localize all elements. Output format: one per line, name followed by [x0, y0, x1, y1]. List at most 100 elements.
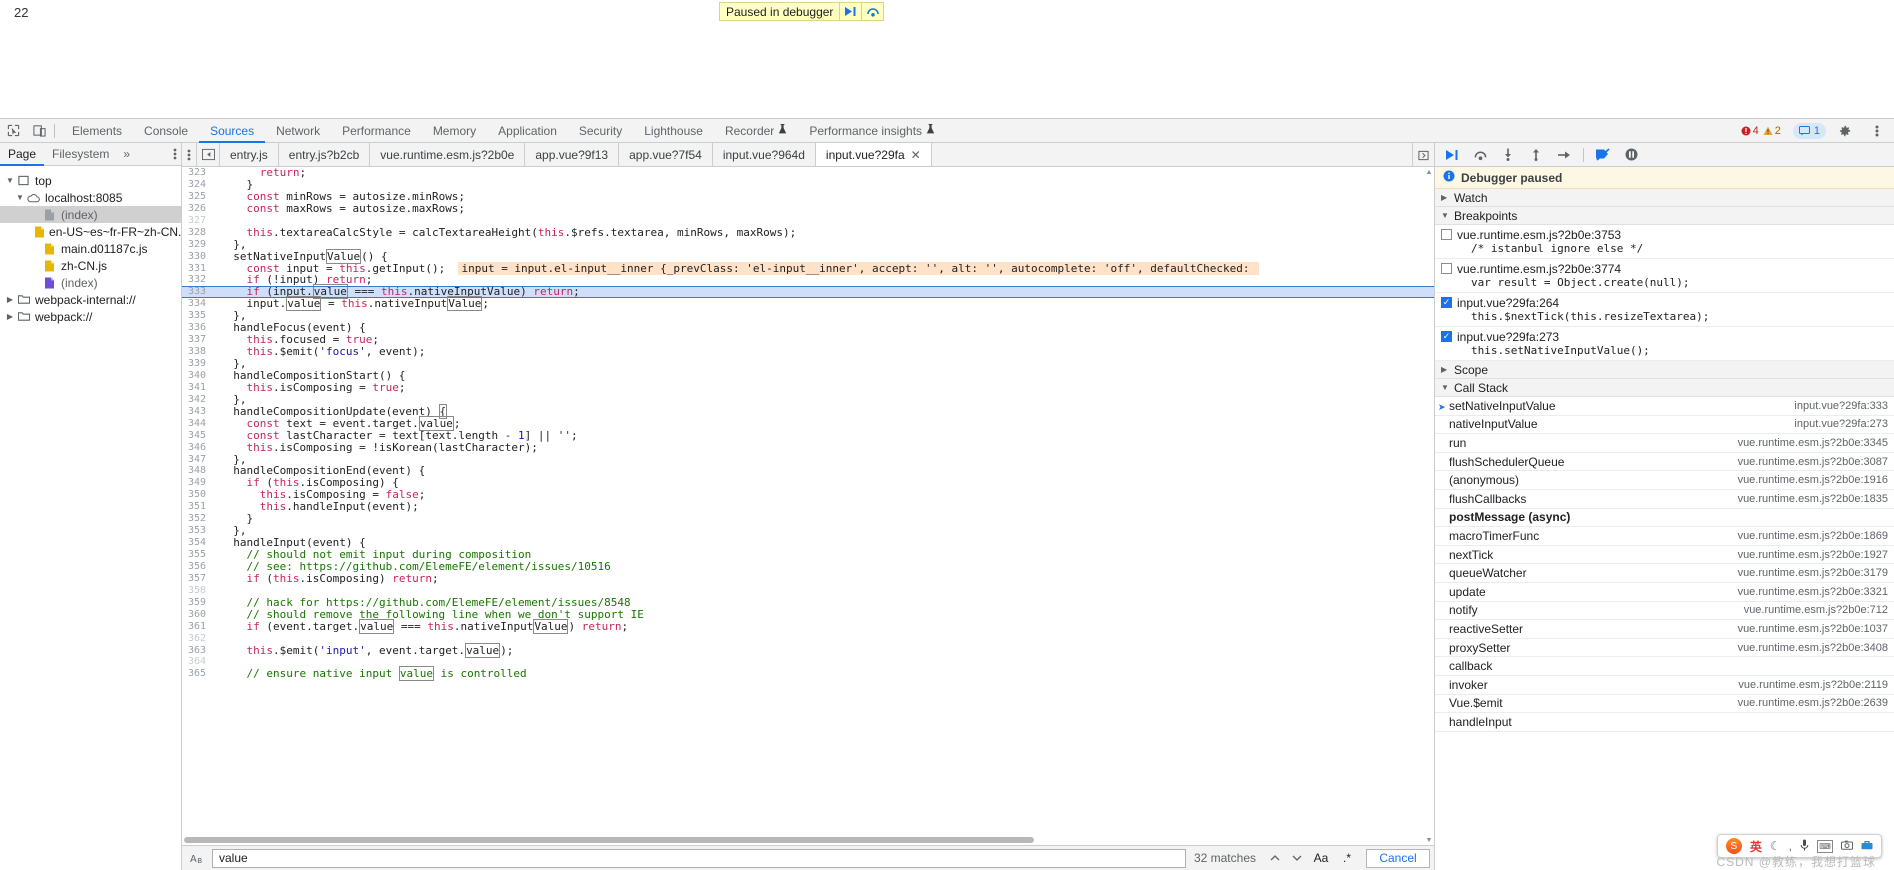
editor-horizontal-scrollbar[interactable] [182, 835, 1434, 845]
messages-counter[interactable]: 1 [1792, 123, 1826, 139]
tree-node-main-script[interactable]: ▸ main.d01187c.js [0, 240, 181, 257]
tree-node-webpack[interactable]: ▶ webpack:// [0, 308, 181, 325]
call-stack-row[interactable]: ➤ setNativeInputValue input.vue?29fa:333 [1435, 397, 1894, 416]
call-stack-row[interactable]: handleInput [1435, 713, 1894, 732]
editor-vertical-scrollbar[interactable]: ▲ ▼ [1424, 167, 1434, 845]
tree-node-locale-script[interactable]: ▸ en-US~es~fr-FR~zh-CN.js [0, 223, 181, 240]
call-stack-row[interactable]: notify vue.runtime.esm.js?2b0e:712 [1435, 602, 1894, 621]
resume-icon[interactable] [839, 2, 861, 21]
call-stack-row[interactable]: invoker vue.runtime.esm.js?2b0e:2119 [1435, 676, 1894, 695]
section-breakpoints[interactable]: ▼ Breakpoints [1435, 207, 1894, 225]
call-stack-row[interactable]: proxySetter vue.runtime.esm.js?2b0e:3408 [1435, 639, 1894, 658]
section-watch[interactable]: ▶ Watch [1435, 189, 1894, 207]
collapse-sidebar-icon[interactable] [196, 143, 220, 166]
section-call-stack[interactable]: ▼ Call Stack [1435, 379, 1894, 397]
match-case-button[interactable]: Aa [1308, 849, 1334, 868]
call-stack-row[interactable]: queueWatcher vue.runtime.esm.js?2b0e:317… [1435, 564, 1894, 583]
tab-lighthouse[interactable]: Lighthouse [633, 119, 714, 143]
tree-node-index-second[interactable]: ▸ (index) [0, 274, 181, 291]
kebab-menu-icon[interactable] [173, 147, 177, 164]
tab-performance-insights[interactable]: Performance insights [798, 119, 946, 143]
breakpoint-checkbox[interactable] [1441, 331, 1452, 342]
pause-on-exceptions-icon[interactable] [1618, 143, 1644, 167]
navigator-tab-page[interactable]: Page [0, 143, 44, 166]
chevron-down-icon[interactable]: ▼ [14, 193, 26, 202]
tab-elements[interactable]: Elements [61, 119, 133, 143]
file-tab-input-vue-29fa[interactable]: input.vue?29fa ✕ [815, 143, 932, 166]
file-tab-input-vue-964d[interactable]: input.vue?964d [713, 143, 816, 166]
case-search-icon[interactable]: AB [186, 852, 212, 865]
chevron-up-icon[interactable] [1264, 849, 1286, 868]
file-tab-entry-js-b2cb[interactable]: entry.js?b2cb [279, 143, 371, 166]
chevron-down-icon[interactable]: ▼ [4, 176, 16, 185]
device-toolbar-icon[interactable] [26, 119, 52, 143]
tab-memory[interactable]: Memory [422, 119, 487, 143]
keyboard-icon[interactable]: ⌨ [1817, 839, 1833, 853]
call-stack-row[interactable]: flushSchedulerQueue vue.runtime.esm.js?2… [1435, 453, 1894, 472]
tab-application[interactable]: Application [487, 119, 568, 143]
search-input[interactable]: value [212, 848, 1186, 868]
tree-node-webpack-internal[interactable]: ▶ webpack-internal:// [0, 291, 181, 308]
call-stack-row[interactable]: run vue.runtime.esm.js?2b0e:3345 [1435, 434, 1894, 453]
chevron-double-right-icon[interactable]: » [117, 147, 136, 161]
section-scope[interactable]: ▶ Scope [1435, 361, 1894, 379]
chevron-right-icon[interactable]: ▶ [4, 295, 16, 304]
breakpoint-item[interactable]: vue.runtime.esm.js?2b0e:3774 var result … [1435, 259, 1894, 293]
call-stack-row[interactable]: reactiveSetter vue.runtime.esm.js?2b0e:1… [1435, 620, 1894, 639]
call-stack-row[interactable]: update vue.runtime.esm.js?2b0e:3321 [1435, 583, 1894, 602]
more-tabs-icon[interactable] [1412, 143, 1434, 167]
call-stack-row[interactable]: nativeInputValue input.vue?29fa:273 [1435, 416, 1894, 435]
deactivate-breakpoints-icon[interactable] [1590, 143, 1616, 167]
code-viewer[interactable]: 323 return; 324 } 325 const minRows = au… [182, 167, 1434, 845]
tab-performance[interactable]: Performance [331, 119, 422, 143]
chevron-right-icon[interactable]: ▶ [4, 312, 16, 321]
close-icon[interactable]: ✕ [911, 149, 921, 161]
call-stack-row[interactable]: macroTimerFunc vue.runtime.esm.js?2b0e:1… [1435, 527, 1894, 546]
sogou-logo-icon[interactable]: S [1725, 838, 1742, 854]
microphone-icon[interactable] [1800, 839, 1809, 854]
regex-button[interactable]: .* [1334, 849, 1360, 868]
kebab-menu-icon[interactable] [182, 143, 196, 166]
breakpoint-item[interactable]: input.vue?29fa:273 this.setNativeInputVa… [1435, 327, 1894, 361]
punctuation-icon[interactable]: , [1789, 839, 1792, 853]
tree-node-localhost[interactable]: ▼ localhost:8085 [0, 189, 181, 206]
scrollbar-thumb[interactable] [184, 837, 1034, 843]
tab-console[interactable]: Console [133, 119, 199, 143]
file-tab-entry-js[interactable]: entry.js [220, 143, 279, 166]
file-tab-app-vue-7f54[interactable]: app.vue?7f54 [619, 143, 713, 166]
step-into-icon[interactable] [1495, 143, 1521, 167]
tab-recorder[interactable]: Recorder [714, 119, 798, 143]
breakpoint-checkbox[interactable] [1441, 297, 1452, 308]
tree-node-zhcn-script[interactable]: ▸ zh-CN.js [0, 257, 181, 274]
chevron-up-icon[interactable]: ▲ [1424, 167, 1434, 177]
step-icon[interactable] [1551, 143, 1577, 167]
breakpoint-item[interactable]: input.vue?29fa:264 this.$nextTick(this.r… [1435, 293, 1894, 327]
file-tab-app-vue-9f13[interactable]: app.vue?9f13 [525, 143, 620, 166]
call-stack-row[interactable]: nextTick vue.runtime.esm.js?2b0e:1927 [1435, 546, 1894, 565]
resume-script-icon[interactable] [1439, 143, 1465, 167]
breakpoint-item[interactable]: vue.runtime.esm.js?2b0e:3753 /* istanbul… [1435, 225, 1894, 259]
tree-node-index-selected[interactable]: ▸ (index) [0, 206, 181, 223]
tab-security[interactable]: Security [568, 119, 633, 143]
breakpoint-checkbox[interactable] [1441, 263, 1452, 274]
call-stack-row[interactable]: Vue.$emit vue.runtime.esm.js?2b0e:2639 [1435, 695, 1894, 714]
kebab-menu-icon[interactable] [1864, 119, 1890, 143]
step-over-icon[interactable] [861, 2, 883, 21]
inspect-element-icon[interactable] [0, 119, 26, 143]
tab-network[interactable]: Network [265, 119, 331, 143]
call-stack-row[interactable]: (anonymous) vue.runtime.esm.js?2b0e:1916 [1435, 471, 1894, 490]
moon-icon[interactable]: ☾ [1770, 839, 1781, 853]
tab-sources[interactable]: Sources [199, 119, 265, 143]
file-tab-vue-runtime[interactable]: vue.runtime.esm.js?2b0e [370, 143, 526, 166]
breakpoint-checkbox[interactable] [1441, 229, 1452, 240]
step-over-icon[interactable] [1467, 143, 1493, 167]
navigator-tab-filesystem[interactable]: Filesystem [44, 143, 117, 166]
screenshot-icon[interactable] [1841, 839, 1853, 853]
issues-counter[interactable]: 4 2 [1734, 123, 1787, 139]
gear-icon[interactable] [1832, 119, 1858, 143]
chevron-down-icon[interactable] [1286, 849, 1308, 868]
toolbox-icon[interactable] [1861, 839, 1873, 853]
call-stack-row[interactable]: flushCallbacks vue.runtime.esm.js?2b0e:1… [1435, 490, 1894, 509]
call-stack-row[interactable]: callback [1435, 657, 1894, 676]
cancel-button[interactable]: Cancel [1366, 848, 1430, 868]
